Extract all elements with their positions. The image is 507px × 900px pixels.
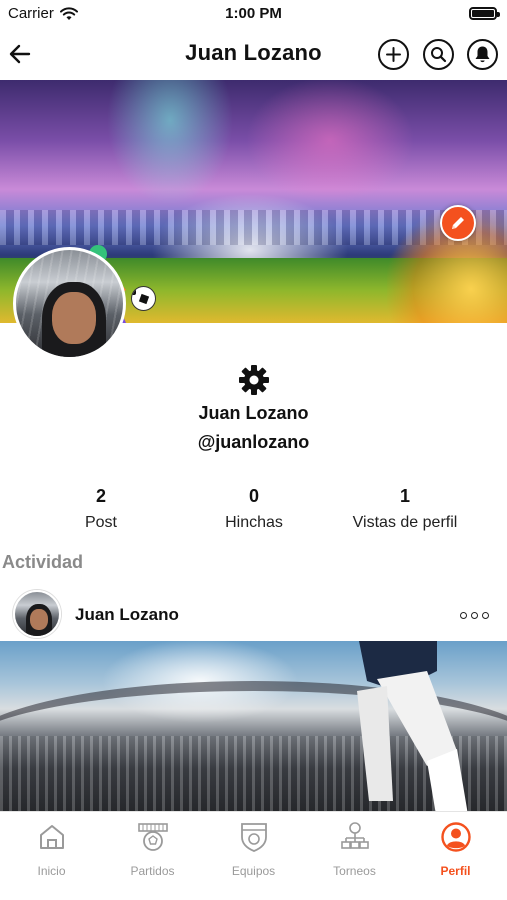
- bell-icon: [475, 46, 490, 63]
- player-leg-illustration: [357, 641, 468, 811]
- stat-posts[interactable]: 2 Post: [21, 486, 181, 532]
- tab-inicio[interactable]: Inicio: [1, 820, 102, 890]
- battery-icon: [469, 7, 500, 20]
- nav-header: Juan Lozano: [0, 32, 507, 76]
- bottom-tab-bar: Inicio Partidos Equipos Torneos Perfil: [0, 811, 507, 900]
- notifications-button[interactable]: [467, 39, 498, 70]
- post-author-avatar[interactable]: [13, 590, 61, 638]
- stat-fans-value: 0: [248, 486, 259, 506]
- profile-handle: @juanlozano: [197, 432, 310, 452]
- more-dots-icon: [460, 612, 467, 619]
- post-image[interactable]: [0, 641, 507, 811]
- stat-profile-views-value: 1: [399, 486, 410, 506]
- soccer-ball-icon: [131, 286, 156, 311]
- tab-torneos-label: Torneos: [333, 864, 376, 878]
- plus-icon: [386, 47, 401, 62]
- profile-avatar[interactable]: [13, 247, 126, 360]
- arrow-left-icon: [9, 44, 31, 64]
- profile-stats: 2 Post 0 Hinchas 1 Vistas de perfil: [0, 486, 507, 538]
- bracket-icon: [338, 820, 372, 854]
- match-icon: [136, 820, 170, 854]
- home-icon: [35, 820, 69, 854]
- stat-profile-views-label: Vistas de perfil: [352, 514, 458, 531]
- clock: 1:00 PM: [225, 5, 282, 22]
- back-button[interactable]: [4, 38, 36, 70]
- search-button[interactable]: [423, 39, 454, 70]
- tab-partidos-label: Partidos: [130, 864, 175, 878]
- gear-icon: [239, 365, 269, 395]
- pencil-icon: [452, 217, 464, 229]
- tab-equipos[interactable]: Equipos: [203, 820, 304, 890]
- tab-torneos[interactable]: Torneos: [304, 820, 405, 890]
- activity-heading: Actividad: [2, 552, 84, 572]
- edit-cover-button[interactable]: [440, 205, 476, 241]
- settings-button[interactable]: [236, 362, 272, 398]
- post-more-button[interactable]: [456, 608, 493, 623]
- shield-icon: [237, 820, 271, 854]
- tab-equipos-label: Equipos: [231, 864, 276, 878]
- profile-name: Juan Lozano: [198, 403, 309, 423]
- stat-fans[interactable]: 0 Hinchas: [174, 486, 334, 532]
- post-header: Juan Lozano: [0, 588, 507, 640]
- stat-posts-label: Post: [84, 514, 117, 531]
- status-bar: Carrier 1:00 PM: [0, 0, 507, 30]
- stat-posts-value: 2: [95, 486, 106, 506]
- tab-perfil-label: Perfil: [440, 864, 471, 878]
- search-icon: [431, 47, 447, 63]
- stat-fans-label: Hinchas: [225, 514, 283, 531]
- tab-partidos[interactable]: Partidos: [102, 820, 203, 890]
- stat-profile-views[interactable]: 1 Vistas de perfil: [325, 486, 485, 532]
- add-button[interactable]: [378, 39, 409, 70]
- tab-inicio-label: Inicio: [37, 864, 66, 878]
- user-icon: [439, 820, 473, 854]
- post-author-name[interactable]: Juan Lozano: [75, 605, 179, 625]
- tab-perfil[interactable]: Perfil: [405, 820, 506, 890]
